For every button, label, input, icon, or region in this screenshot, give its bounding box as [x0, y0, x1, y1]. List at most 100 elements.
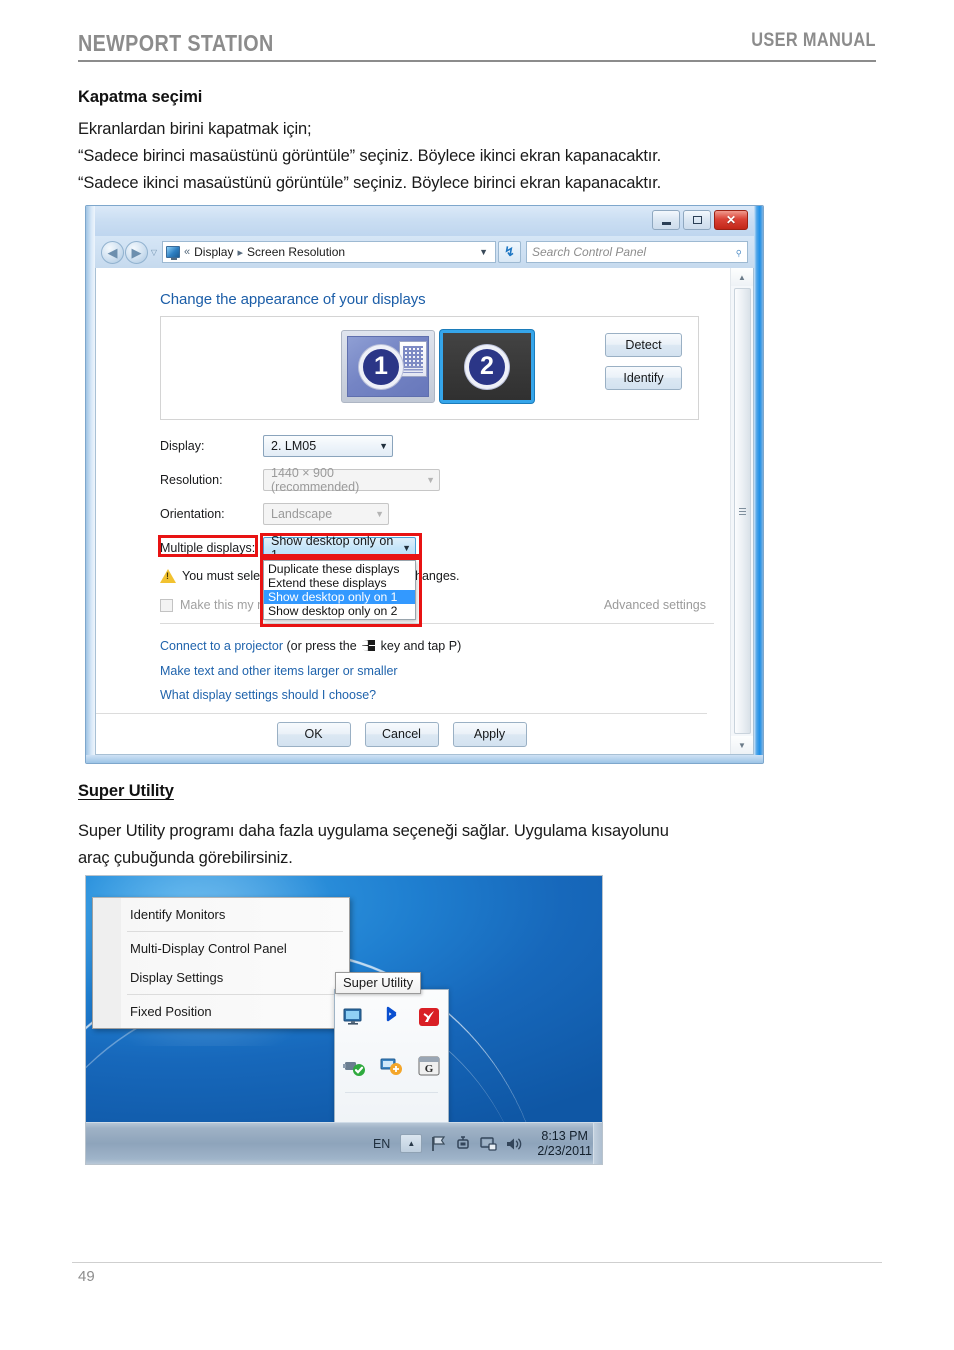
dropdown-option-only-on-2[interactable]: Show desktop only on 2: [264, 604, 415, 618]
taskbar-clock[interactable]: 8:13 PM 2/23/2011: [537, 1129, 592, 1159]
super-utility-icon[interactable]: [342, 1005, 366, 1029]
chevron-down-icon: ▼: [402, 543, 411, 553]
resolution-select[interactable]: 1440 × 900 (recommended) ▼: [263, 466, 440, 494]
context-menu-item-display-settings[interactable]: Display Settings: [93, 963, 349, 992]
screen-resolution-window: ✕ ◀ ▶ ▽ « Display ▸ Screen Resolution ▼ …: [85, 205, 764, 764]
content-canvas: Change the appearance of your displays 1…: [96, 268, 730, 754]
multiple-displays-select[interactable]: Show desktop only on 1 ▼: [263, 534, 416, 562]
volume-icon[interactable]: [504, 1135, 524, 1153]
language-indicator[interactable]: EN: [373, 1137, 390, 1151]
super-utility-context-menu[interactable]: Identify Monitors Multi-Display Control …: [92, 897, 350, 1029]
page-number: 49: [78, 1268, 95, 1285]
warning-triangle-icon: [160, 569, 176, 583]
search-control-panel-input[interactable]: Search Control Panel ⌕: [526, 241, 748, 263]
maximize-button[interactable]: [683, 210, 711, 230]
advanced-settings-link[interactable]: Advanced settings: [604, 598, 706, 612]
window-titlebar: ✕: [95, 206, 754, 236]
context-menu-item-multi-display-control-panel[interactable]: Multi-Display Control Panel: [93, 934, 349, 963]
display-select[interactable]: 2. LM05 ▼: [263, 435, 393, 457]
breadcrumb-overflow-icon[interactable]: «: [184, 246, 190, 258]
super-utility-screenshot: Identify Monitors Multi-Display Control …: [85, 875, 603, 1165]
address-dropdown-icon[interactable]: ▼: [475, 247, 492, 257]
clock-time: 8:13 PM: [541, 1128, 588, 1143]
breadcrumb-screen-resolution[interactable]: Screen Resolution: [247, 245, 345, 259]
orientation-field-row: Orientation: Landscape ▼: [160, 503, 389, 525]
main-display-checkbox[interactable]: [160, 598, 173, 612]
monitor-2-screen: 2: [443, 333, 531, 400]
svg-text:G: G: [425, 1063, 434, 1075]
action-center-flag-icon[interactable]: [429, 1135, 449, 1153]
orientation-select-value: Landscape: [271, 507, 333, 521]
monitor-thumbnails: 1 2: [341, 330, 534, 403]
window-controls: ✕: [652, 210, 748, 230]
super-utility-tooltip: Super Utility: [335, 972, 422, 994]
chevron-down-icon: ▼: [426, 475, 435, 485]
display-field-row: Display: 2. LM05 ▼: [160, 435, 393, 457]
bluetooth-icon[interactable]: [379, 1005, 403, 1029]
back-button[interactable]: ◀: [101, 240, 124, 264]
header-rule: [78, 60, 876, 62]
minimize-button[interactable]: [652, 210, 680, 230]
scroll-down-button[interactable]: ▼: [730, 736, 753, 754]
window-content-area: Change the appearance of your displays 1…: [95, 268, 754, 755]
scroll-up-button[interactable]: ▲: [730, 268, 753, 286]
scrollbar-thumb[interactable]: [733, 288, 751, 734]
search-icon: ⌕: [730, 243, 746, 260]
vertical-scrollbar[interactable]: ▲ ▼: [730, 268, 753, 754]
multiple-displays-select-value: Show desktop only on 1: [271, 534, 394, 562]
identify-button[interactable]: Identify: [605, 366, 682, 390]
monitor-1-thumbnail[interactable]: 1: [341, 330, 435, 403]
section1-line-3: “Sadece ikinci masaüstünü görüntüle” seç…: [78, 174, 662, 192]
ok-button[interactable]: OK: [276, 721, 351, 747]
multiple-displays-label: Multiple displays:: [160, 541, 256, 555]
forward-button[interactable]: ▶: [125, 240, 148, 264]
multiple-displays-field-row: Multiple displays: Show desktop only on …: [160, 534, 416, 562]
breadcrumb-address-field[interactable]: « Display ▸ Screen Resolution ▼: [162, 241, 496, 263]
close-button[interactable]: ✕: [714, 210, 748, 230]
connect-projector-link[interactable]: Connect to a projector: [160, 639, 283, 653]
content-heading: Change the appearance of your displays: [160, 291, 426, 308]
display-select-value: 2. LM05: [271, 439, 317, 453]
dropdown-option-only-on-1[interactable]: Show desktop only on 1: [264, 590, 415, 604]
network-sharing-icon[interactable]: [379, 1054, 403, 1078]
show-desktop-button[interactable]: [593, 1123, 602, 1164]
resolution-label: Resolution:: [160, 473, 223, 487]
document-header: NEWPORT STATION USER MANUAL: [78, 30, 876, 64]
network-icon[interactable]: [479, 1135, 499, 1153]
breadcrumb-display[interactable]: Display: [194, 245, 233, 259]
recent-pages-caret-icon[interactable]: ▽: [148, 248, 160, 257]
what-display-settings-link[interactable]: What display settings should I choose?: [160, 688, 376, 702]
graphics-driver-icon[interactable]: G: [417, 1054, 441, 1078]
detect-button[interactable]: Detect: [605, 333, 682, 357]
dropdown-option-duplicate[interactable]: Duplicate these displays: [264, 562, 415, 576]
orientation-label: Orientation:: [160, 507, 225, 521]
tray-icon-grid: G: [335, 992, 448, 1090]
display-label: Display:: [160, 439, 205, 453]
chevron-down-icon: ▼: [379, 441, 388, 451]
section-heading-kapatma: Kapatma seçimi: [78, 88, 203, 106]
resolution-select-value: 1440 × 900 (recommended): [271, 466, 360, 494]
make-text-larger-link[interactable]: Make text and other items larger or smal…: [160, 664, 398, 678]
safely-remove-hardware-icon[interactable]: [342, 1054, 366, 1078]
context-menu-item-identify-monitors[interactable]: Identify Monitors: [93, 900, 349, 929]
context-menu-item-fixed-position[interactable]: Fixed Position: [93, 997, 349, 1026]
safely-remove-usb-icon[interactable]: [454, 1135, 474, 1153]
multiple-displays-dropdown-list[interactable]: Duplicate these displays Extend these di…: [263, 560, 416, 620]
breadcrumb-separator-icon: ▸: [237, 246, 244, 259]
monitor-2-number: 2: [465, 344, 509, 389]
section2-line-2: araç çubuğunda görebilirsiniz.: [78, 849, 293, 867]
section-heading-super-utility: Super Utility: [78, 782, 174, 800]
orientation-select[interactable]: Landscape ▼: [263, 503, 389, 525]
footer-rule: [72, 1262, 882, 1263]
control-panel-icon: [166, 246, 180, 260]
refresh-button[interactable]: ↯: [498, 241, 521, 263]
apply-button[interactable]: Apply: [452, 721, 527, 747]
dropdown-option-extend[interactable]: Extend these displays: [264, 576, 415, 590]
context-menu-separator: [127, 931, 343, 932]
monitor-2-thumbnail[interactable]: 2: [440, 330, 534, 403]
monitor-1-number: 1: [359, 344, 403, 389]
connect-projector-link-row[interactable]: Connect to a projector (or press the key…: [160, 639, 461, 653]
antivirus-icon[interactable]: [417, 1005, 441, 1029]
cancel-button[interactable]: Cancel: [364, 721, 439, 747]
show-hidden-icons-button[interactable]: ▲: [400, 1134, 423, 1153]
